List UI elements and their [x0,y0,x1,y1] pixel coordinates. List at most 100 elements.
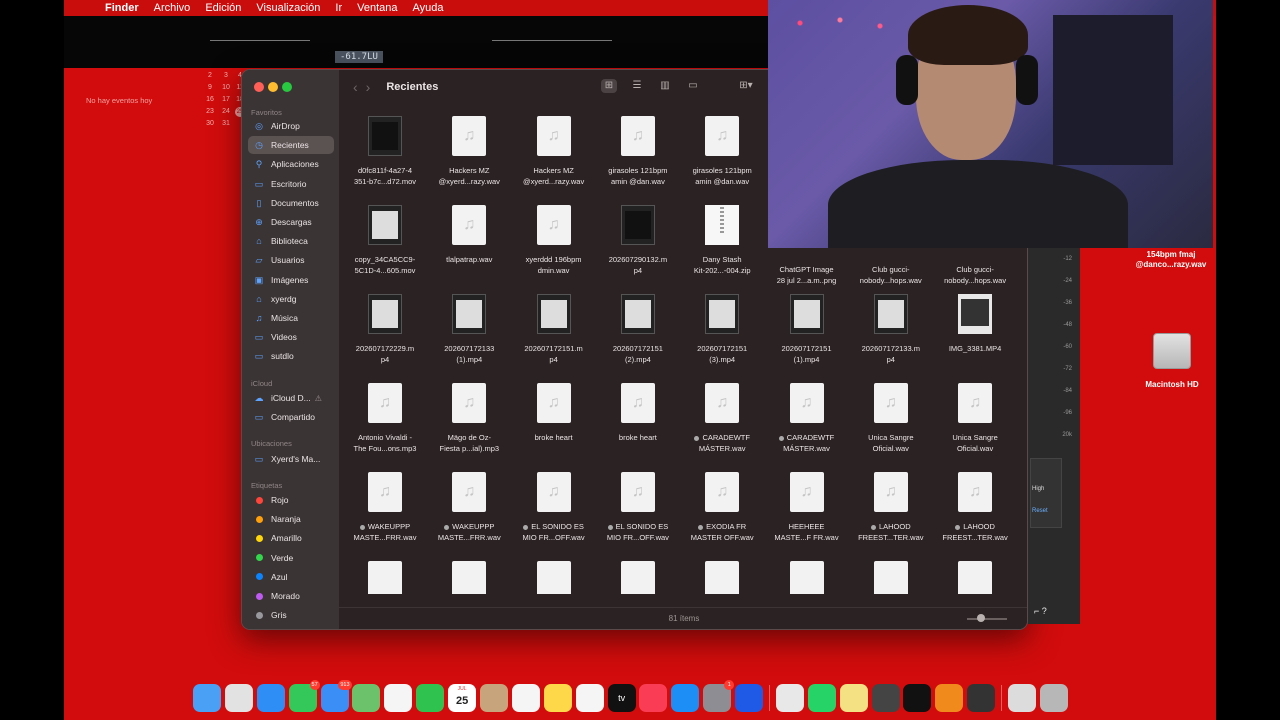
sidebar-item-m-sica[interactable]: ♫ Música [248,309,334,327]
file-item[interactable]: 202607172151 (3).mp4 [680,294,764,365]
file-item[interactable]: ♫ girasoles 121bpm amin @dan.wav [680,116,764,187]
safari-icon[interactable] [256,684,285,712]
contacts-icon[interactable] [480,684,509,712]
file-item[interactable]: ♫ girasoles 121bpm amin @dan.wav [596,116,680,187]
freeform-icon[interactable] [575,684,604,712]
icon-size-slider[interactable] [967,614,1007,622]
music-icon[interactable] [639,684,668,712]
menu-archivo[interactable]: Archivo [154,2,191,14]
notes-icon[interactable] [543,684,572,712]
sidebar-tag-azul[interactable]: Azul [248,568,334,586]
file-item[interactable] [849,561,933,594]
sidebar-item-biblioteca[interactable]: ⌂ Biblioteca [248,232,334,250]
calendar-widget[interactable]: No hay eventos hoy 2 3 4 9 10 11 16 17 18 23 24 25 3… [76,68,246,136]
capcut-icon[interactable] [903,684,932,712]
documents-stack-icon[interactable] [1008,684,1037,712]
file-item[interactable]: 202607172151 (2).mp4 [596,294,680,365]
chrome-icon[interactable] [775,684,804,712]
file-item[interactable]: ♫ Unica Sangre Oficial.wav [849,383,933,454]
hard-drive-icon[interactable] [1153,333,1191,369]
sidebar-item-xyerdg[interactable]: ⌂ xyerdg [248,290,334,308]
file-item[interactable]: ♫ Hackers MZ @xyerd...razy.wav [427,116,511,187]
forward-icon[interactable]: › [366,79,371,95]
messages-icon[interactable]: 57 [288,680,320,712]
menu-ventana[interactable]: Ventana [357,2,397,14]
group-menu-icon[interactable]: ⊞▾ [735,79,757,93]
sidebar-item-usuarios[interactable]: ▱ Usuarios [248,251,334,269]
zoom-button[interactable] [282,82,292,92]
file-item[interactable] [680,561,764,594]
file-item[interactable]: ♫ xyerddd 196bpm dmin.wav [512,205,596,276]
file-item[interactable]: ♫ tlalpatrap.wav [427,205,511,266]
file-item[interactable]: ♫ Unica Sangre Oficial.wav [933,383,1017,454]
sidebar-item-im-genes[interactable]: ▣ Imágenes [248,271,334,289]
minimize-button[interactable] [268,82,278,92]
column-view-icon[interactable]: ▥ [657,79,673,93]
file-item[interactable] [596,561,680,594]
stickies-icon[interactable] [839,684,868,712]
maps-icon[interactable] [352,684,381,712]
back-icon[interactable]: ‹ [353,79,358,95]
sidebar-tag-amarillo[interactable]: Amarillo [248,529,334,547]
file-item[interactable] [933,561,1017,594]
file-item[interactable]: ♫ WAKEUPPP MASTE...FRR.wav [343,472,427,543]
file-item[interactable] [765,561,849,594]
sidebar-tag-verde[interactable]: Verde [248,549,334,567]
instruments-icon[interactable] [967,684,996,712]
sidebar-item-videos[interactable]: ▭ Videos [248,328,334,346]
file-item[interactable]: ♫ EL SONIDO ES MIO FR...OFF.wav [596,472,680,543]
sidebar-item-icloud-d[interactable]: ☁ iCloud D... ⚠ [248,389,334,407]
apple-tv-icon[interactable]: tv [607,684,636,712]
list-view-icon[interactable]: ☰ [629,79,645,93]
file-item[interactable] [343,561,427,594]
file-item[interactable]: ♫ Mägo de Oz- Fiesta p...ial).mp3 [427,383,511,454]
sidebar-item-descargas[interactable]: ⊕ Descargas [248,213,334,231]
menu-ayuda[interactable]: Ayuda [413,2,444,14]
desktop-file-label[interactable]: 154bpm fmaj @danco...razy.wav [1126,250,1216,270]
file-item[interactable]: ♫ CARADEWTF MÁSTER.wav [765,383,849,454]
file-item[interactable]: 202607172133.m p4 [849,294,933,365]
file-item[interactable]: 202607172133 (1).mp4 [427,294,511,365]
hard-drive-label[interactable]: Macintosh HD [1126,380,1216,389]
reminders-icon[interactable] [511,684,540,712]
file-item[interactable]: ♫ LAHOOD FREEST...TER.wav [933,472,1017,543]
launchpad-icon[interactable] [224,684,253,712]
sidebar-item-aplicaciones[interactable]: ⚲ Aplicaciones [248,155,334,173]
fl-studio-icon[interactable] [935,684,964,712]
mail-icon[interactable]: 913 [320,680,352,712]
close-button[interactable] [254,82,264,92]
calendar-icon[interactable]: JUL 25 [448,684,477,712]
high-button[interactable]: High [1032,486,1044,492]
file-item[interactable]: ♫ LAHOOD FREEST...TER.wav [849,472,933,543]
sidebar-item-sutdlo[interactable]: ▭ sutdlo [248,347,334,365]
sidebar-item-documentos[interactable]: ▯ Documentos [248,194,334,212]
sidebar-tag-naranja[interactable]: Naranja [248,510,334,528]
file-item[interactable]: ♫ WAKEUPPP MASTE...FRR.wav [427,472,511,543]
file-item[interactable]: 202607290132.m p4 [596,205,680,276]
key-help[interactable]: ⌐ ? [1034,606,1047,616]
file-item[interactable]: d0fc811f-4a27-4 351-b7c...d72.mov [343,116,427,187]
whatsapp-icon[interactable] [807,684,836,712]
sidebar-item-compartido[interactable]: ▭ Compartido [248,408,334,426]
file-item[interactable]: ♫ HEEHEEE MASTE...F FR.wav [765,472,849,543]
file-item[interactable]: ♫ broke heart [596,383,680,444]
gallery-view-icon[interactable]: ▭ [685,79,701,93]
file-item[interactable]: 202607172151.m p4 [512,294,596,365]
sidecar-icon[interactable] [735,684,764,712]
sidebar-tag-morado[interactable]: Morado [248,587,334,605]
file-item[interactable]: ♫ Antonio Vivaldi - The Fou...ons.mp3 [343,383,427,454]
system-settings-icon[interactable]: 1 [703,680,735,712]
app-store-icon[interactable] [671,684,700,712]
slider-knob[interactable] [977,614,985,622]
file-item[interactable]: ♫ EXODIA FR MASTER OFF.wav [680,472,764,543]
trash-icon[interactable] [1039,684,1068,712]
file-item[interactable]: 202607172229.m p4 [343,294,427,365]
icon-view-icon[interactable]: ⊞ [601,79,617,93]
file-item[interactable]: 202607172151 (1).mp4 [765,294,849,365]
file-item[interactable]: ♫ EL SONIDO ES MIO FR...OFF.wav [512,472,596,543]
finder-icon[interactable] [193,684,221,712]
sidebar-item-xyerd-s-ma[interactable]: ▭ Xyerd's Ma... [248,450,334,468]
menu-visualizacion[interactable]: Visualización [256,2,320,14]
photos-icon[interactable] [384,684,413,712]
apple-menu-icon[interactable] [77,1,91,15]
